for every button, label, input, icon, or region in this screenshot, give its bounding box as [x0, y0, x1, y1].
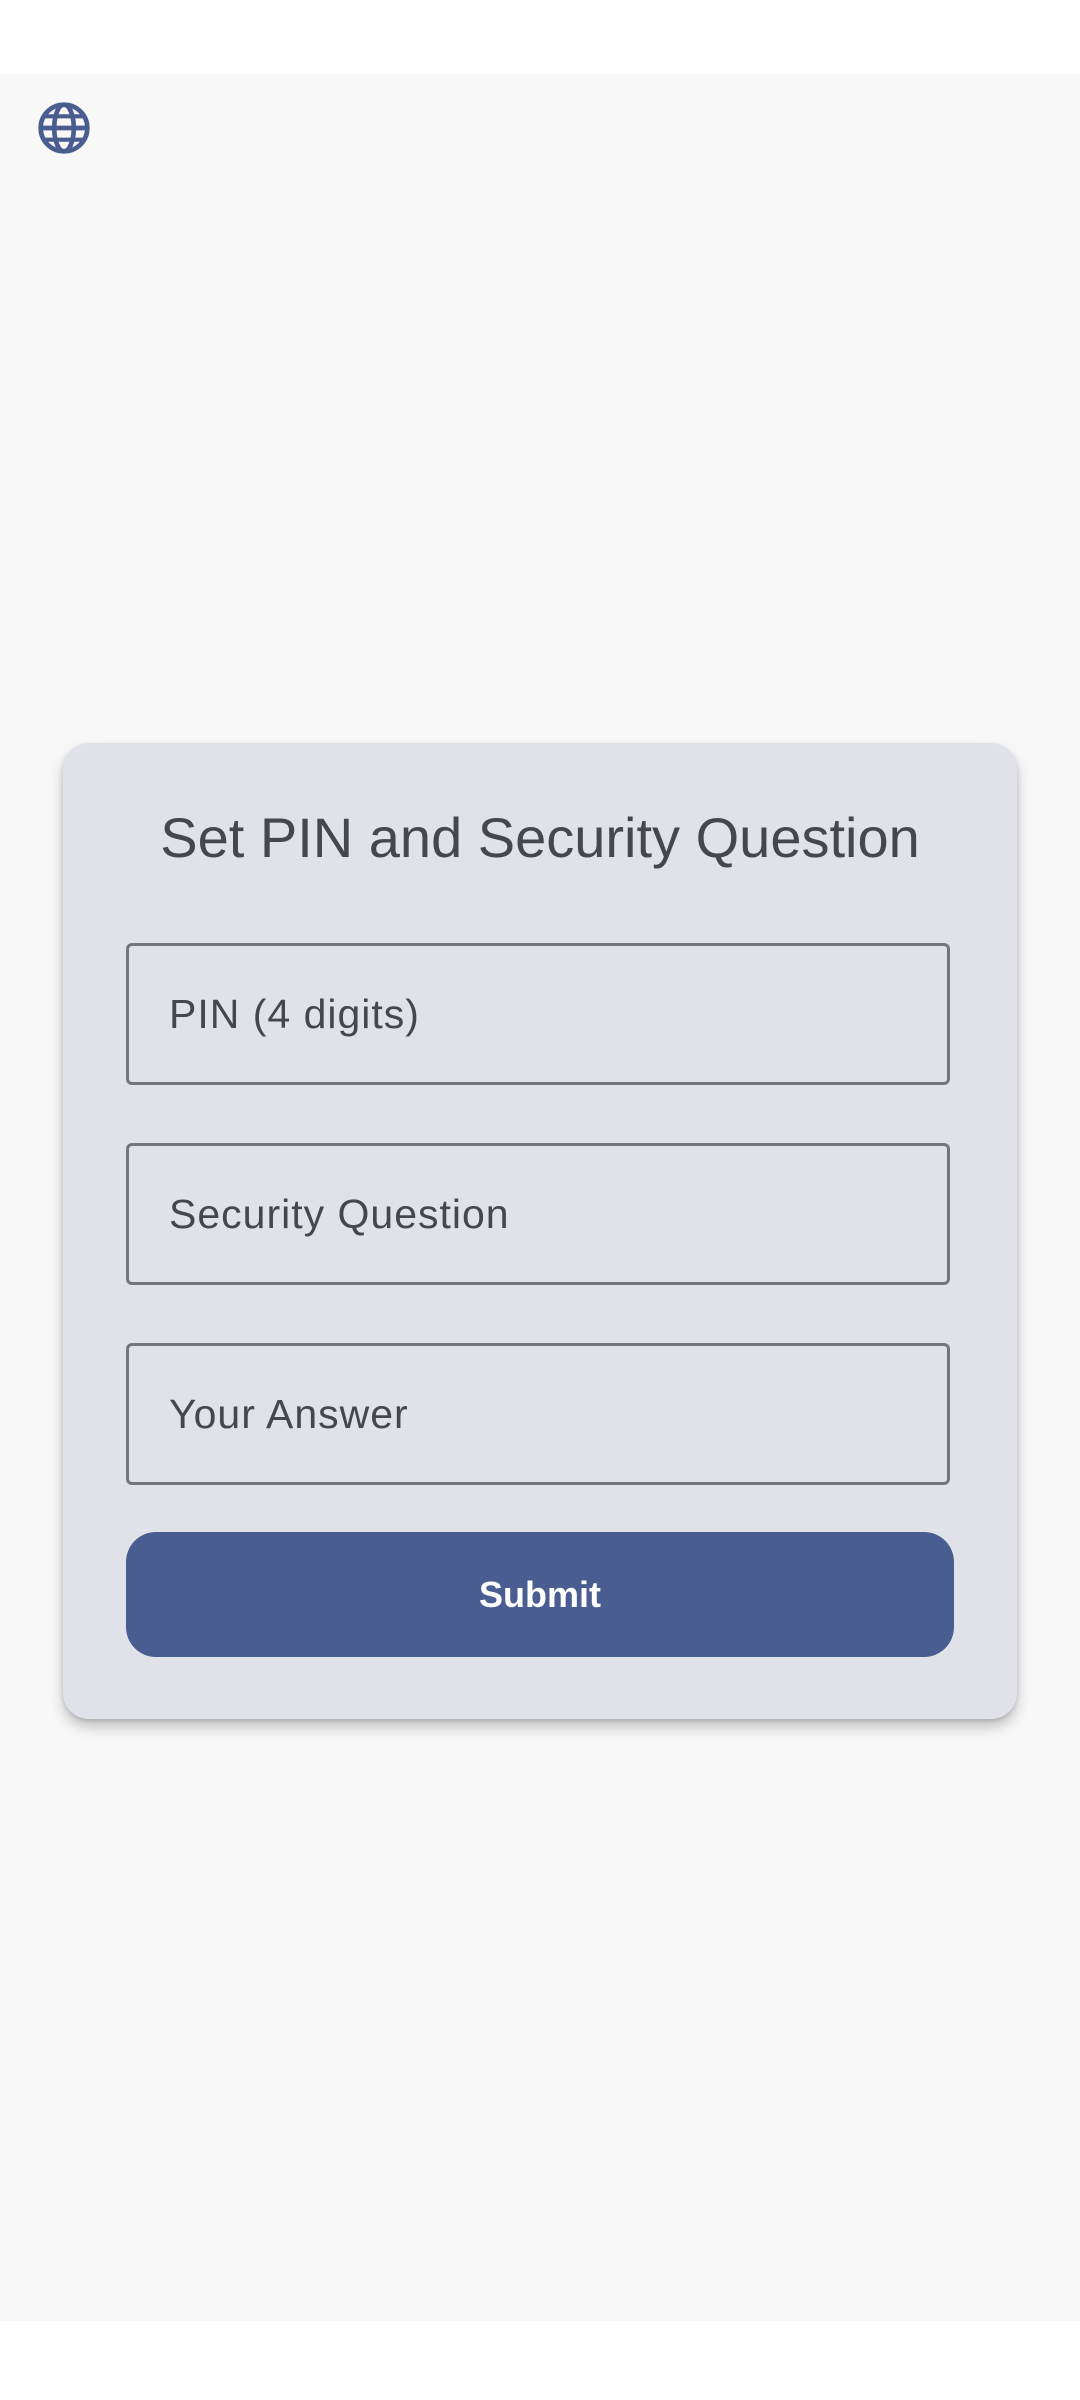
- pin-input-label: PIN (4 digits): [169, 990, 420, 1037]
- pin-input[interactable]: PIN (4 digits): [126, 943, 950, 1085]
- navigation-bar: [0, 2321, 1080, 2400]
- answer-input-label: Your Answer: [169, 1390, 409, 1437]
- answer-input[interactable]: Your Answer: [126, 1343, 950, 1485]
- status-bar: [0, 0, 1080, 74]
- submit-button-label: Submit: [479, 1573, 601, 1615]
- security-question-label: Security Question: [169, 1190, 510, 1237]
- globe-icon: [38, 102, 90, 154]
- card-title: Set PIN and Security Question: [160, 806, 920, 869]
- language-button[interactable]: [28, 92, 100, 164]
- submit-button[interactable]: Submit: [126, 1532, 954, 1657]
- pin-setup-card: Set PIN and Security Question PIN (4 dig…: [63, 743, 1017, 1719]
- security-question-input[interactable]: Security Question: [126, 1143, 950, 1285]
